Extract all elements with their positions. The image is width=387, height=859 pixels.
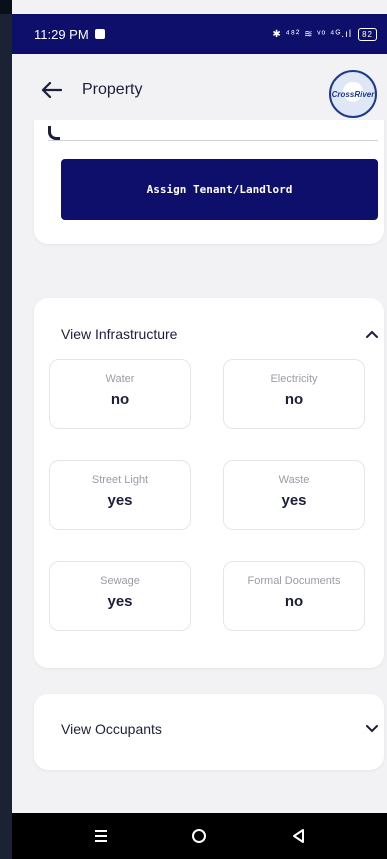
infra-tile-electricity: Electricity no — [223, 359, 365, 429]
system-nav-bar — [12, 813, 387, 859]
occupants-header[interactable]: View Occupants — [61, 721, 379, 737]
partial-field-icon — [48, 126, 60, 140]
status-time-group: 11:29 PM — [34, 27, 105, 42]
infra-tile-street-light: Street Light yes — [49, 460, 191, 530]
tile-label: Water — [105, 373, 135, 385]
assign-tenant-button[interactable]: Assign Tenant/Landlord — [61, 159, 378, 220]
page-title: Property — [82, 81, 143, 98]
tile-label: Street Light — [91, 474, 149, 486]
notification-icon — [94, 29, 105, 39]
tile-value: yes — [107, 593, 133, 610]
tile-value: no — [110, 391, 130, 408]
app-screen: 11:29 PM ✱ ⁴⁸² ≋ ᵛᵒ ⁴ᴳ.ıl 82 Property Cr… — [12, 0, 387, 859]
back-nav-button[interactable] — [278, 816, 318, 856]
occupants-title: View Occupants — [61, 721, 162, 737]
battery-icon: 82 — [358, 27, 377, 41]
status-time: 11:29 PM — [34, 26, 89, 42]
triangle-back-icon — [292, 829, 304, 843]
status-icons: ✱ ⁴⁸² ≋ ᵛᵒ ⁴ᴳ.ıl 82 — [272, 27, 377, 41]
tile-value: yes — [107, 492, 133, 509]
logo-text: CrossRiver — [331, 89, 375, 99]
tile-value: yes — [281, 492, 307, 509]
chevron-down-icon[interactable] — [365, 722, 379, 736]
app-logo: CrossRiver — [329, 70, 377, 118]
arrow-left-icon — [41, 81, 62, 99]
app-header: Property CrossRiver — [12, 54, 387, 126]
chevron-up-icon[interactable] — [365, 327, 379, 341]
infra-tile-formal-documents: Formal Documents no — [223, 561, 365, 631]
tile-label: Sewage — [100, 575, 140, 587]
infrastructure-header[interactable]: View Infrastructure — [61, 326, 379, 342]
back-button[interactable] — [38, 77, 64, 103]
home-circle-icon — [192, 829, 207, 843]
tile-value: no — [284, 593, 304, 610]
tile-label: Electricity — [270, 373, 318, 385]
tile-value: no — [284, 391, 304, 408]
infra-tile-sewage: Sewage yes — [49, 561, 191, 631]
recent-apps-button[interactable] — [81, 816, 121, 856]
infra-tile-waste: Waste yes — [223, 460, 365, 530]
tile-label: Formal Documents — [247, 575, 341, 587]
signal-icons: ✱ ⁴⁸² ≋ ᵛᵒ ⁴ᴳ.ıl — [272, 28, 353, 40]
field-underline — [48, 140, 378, 141]
infrastructure-title: View Infrastructure — [61, 326, 178, 342]
home-button[interactable] — [179, 816, 219, 856]
infra-tile-water: Water no — [49, 359, 191, 429]
status-bar: 11:29 PM ✱ ⁴⁸² ≋ ᵛᵒ ⁴ᴳ.ıl 82 — [12, 14, 387, 54]
tile-label: Waste — [278, 474, 310, 486]
menu-icon — [95, 830, 108, 842]
